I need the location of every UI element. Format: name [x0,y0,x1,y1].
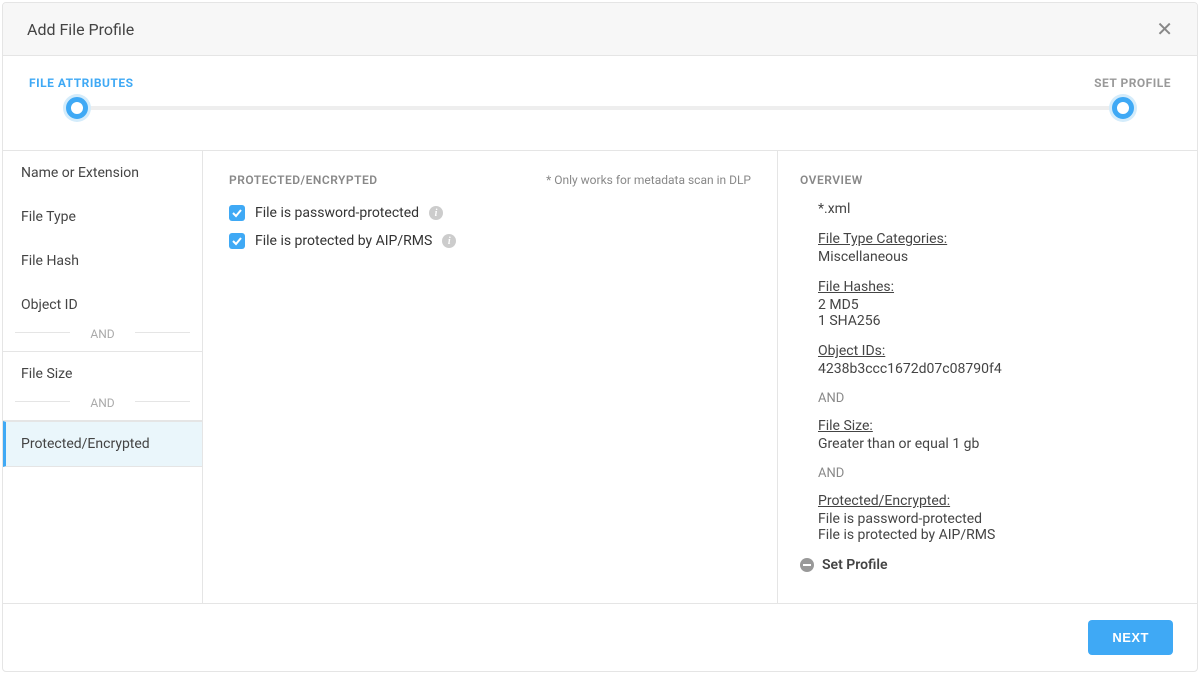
info-icon[interactable]: i [429,206,443,220]
option-aip-rms[interactable]: File is protected by AIP/RMS i [229,233,751,249]
sidebar-item-name-extension[interactable]: Name or Extension [3,151,202,195]
info-icon[interactable]: i [442,234,456,248]
overview-objectid-value: 4238b3ccc1672d07c08790f4 [818,361,1167,377]
checkbox-label: File is password-protected [255,205,419,221]
main-panel: PROTECTED/ENCRYPTED * Only works for met… [203,151,777,603]
overview-and-separator: AND [818,391,1167,406]
step-file-attributes-node[interactable] [66,97,88,119]
checkbox-password-protected[interactable] [229,205,245,221]
overview-filesize-head: File Size: [818,418,1167,434]
sidebar-item-protected-encrypted[interactable]: Protected/Encrypted [3,421,202,467]
sidebar-item-object-id[interactable]: Object ID [3,283,202,327]
sidebar-separator-and: AND [3,392,202,421]
overview-and-separator: AND [818,466,1167,481]
overview-filesize-value: Greater than or equal 1 gb [818,436,1167,452]
overview-filetype-value: Miscellaneous [818,249,1167,265]
sidebar-separator-and: AND [3,323,202,352]
modal-title: Add File Profile [27,20,134,39]
sidebar-item-file-type[interactable]: File Type [3,195,202,239]
sidebar-item-file-size[interactable]: File Size [3,352,202,396]
collapse-icon [800,558,814,572]
add-file-profile-modal: Add File Profile ✕ FILE ATTRIBUTES SET P… [2,2,1198,672]
checkbox-label: File is protected by AIP/RMS [255,233,432,249]
overview-extension: *.xml [818,201,1167,217]
overview-filetype-head: File Type Categories: [818,231,1167,247]
step-set-profile-label[interactable]: SET PROFILE [1094,76,1171,90]
overview-hash-head: File Hashes: [818,279,1167,295]
option-password-protected[interactable]: File is password-protected i [229,205,751,221]
metadata-hint: * Only works for metadata scan in DLP [546,173,751,187]
modal-footer: NEXT [3,603,1197,671]
overview-scroll[interactable]: *.xml File Type Categories: Miscellaneou… [800,201,1179,591]
step-set-profile-node[interactable] [1112,97,1134,119]
overview-protected-head: Protected/Encrypted: [818,493,1167,509]
next-button[interactable]: NEXT [1088,620,1173,655]
overview-protected-value: File is protected by AIP/RMS [818,527,1167,543]
overview-objectid-head: Object IDs: [818,343,1167,359]
overview-protected-value: File is password-protected [818,511,1167,527]
overview-panel: OVERVIEW *.xml File Type Categories: Mis… [777,151,1197,603]
checkbox-aip-rms[interactable] [229,233,245,249]
step-file-attributes-label[interactable]: FILE ATTRIBUTES [29,76,133,90]
wizard-stepper: FILE ATTRIBUTES SET PROFILE [3,56,1197,150]
overview-hash-value: 2 MD5 [818,297,1167,313]
modal-header: Add File Profile ✕ [3,3,1197,56]
overview-set-profile-toggle[interactable]: Set Profile [800,557,1167,573]
attribute-sidebar: Name or Extension File Type File Hash Ob… [3,151,203,603]
section-title: PROTECTED/ENCRYPTED [229,173,378,187]
overview-set-profile-label: Set Profile [822,557,888,573]
close-icon[interactable]: ✕ [1156,19,1173,39]
sidebar-item-file-hash[interactable]: File Hash [3,239,202,283]
overview-title: OVERVIEW [800,173,1179,187]
overview-hash-value: 1 SHA256 [818,313,1167,329]
stepper-track-line [77,106,1123,110]
